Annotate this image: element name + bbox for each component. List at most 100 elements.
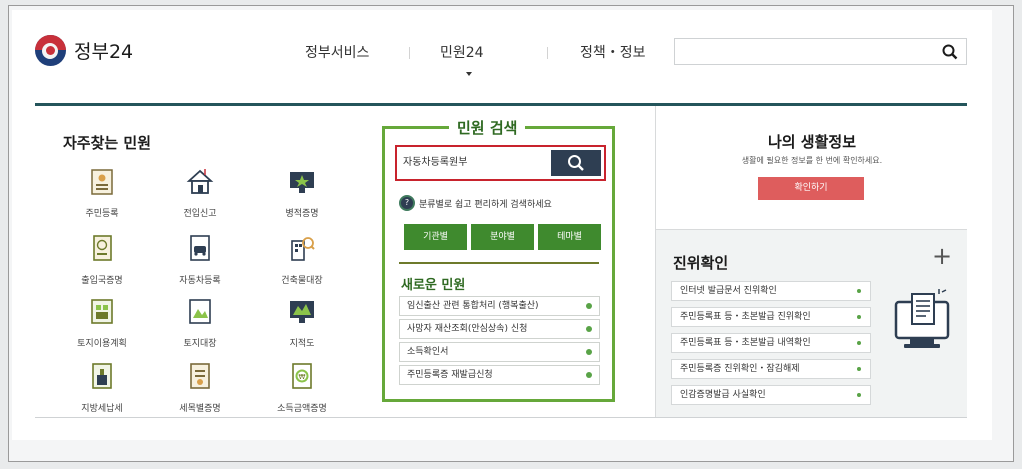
list-item[interactable]: 인터넷 발급문서 진위확인	[671, 281, 871, 301]
by-theme-button[interactable]: 테마별	[538, 224, 601, 250]
search-icon	[568, 155, 584, 171]
list-item[interactable]: 주민등록표 등・초본발급 내역확인	[671, 333, 871, 353]
list-item[interactable]: 주민등록증 진위확인・잠김해제	[671, 359, 871, 379]
verification-title: 진위확인	[673, 254, 729, 272]
frequent-service-item[interactable]: 전입신고	[155, 166, 245, 219]
by-agency-button[interactable]: 기관별	[404, 224, 467, 250]
list-item[interactable]: 소득확인서	[399, 342, 600, 362]
bullet-icon	[586, 326, 592, 332]
civil-search-box: 자동차등록원부	[395, 145, 606, 181]
list-item-label: 주민등록표 등・초본발급 진위확인	[680, 312, 811, 322]
list-item-label: 인터넷 발급문서 진위확인	[680, 286, 777, 296]
bullet-icon	[857, 367, 861, 371]
list-item[interactable]: 주민등록표 등・초본발급 진위확인	[671, 307, 871, 327]
global-search-input[interactable]	[674, 38, 967, 65]
income-certificate-icon: ₩	[292, 363, 312, 389]
civil-search-button[interactable]	[551, 150, 601, 176]
frequent-service-item[interactable]: 지방세납세	[57, 361, 147, 414]
resident-card-icon	[91, 169, 113, 195]
svg-text:₩: ₩	[299, 373, 306, 381]
frequent-service-item[interactable]: 병적증명	[257, 166, 347, 219]
civil-search-input[interactable]: 자동차등록원부	[399, 150, 546, 176]
car-registration-icon	[190, 235, 210, 261]
my-life-info-panel: 나의 생활정보 생활에 필요한 정보를 한 번에 확인하세요. 확인하기	[655, 106, 967, 232]
frequent-service-item[interactable]: 건축물대장	[257, 233, 347, 286]
frequent-service-item[interactable]: 세목별증명	[155, 361, 245, 414]
land-register-icon	[189, 299, 211, 324]
bullet-icon	[857, 341, 861, 345]
list-item-label: 사망자 재산조회(안심상속) 신청	[407, 324, 528, 334]
list-item[interactable]: 사망자 재산조회(안심상속) 신청	[399, 319, 600, 339]
tax-payment-icon	[92, 363, 112, 389]
frequent-service-label: 전입신고	[183, 209, 217, 219]
building-search-icon	[291, 237, 315, 261]
search-hint: ? 분류별로 쉽고 편리하게 검색하세요	[399, 195, 552, 211]
frequent-service-label: 자동차등록	[179, 276, 221, 286]
by-field-button[interactable]: 분야별	[471, 224, 534, 250]
verification-list: 인터넷 발급문서 진위확인 주민등록표 등・초본발급 진위확인 주민등록표 등・…	[671, 281, 871, 411]
nav-policy-info[interactable]: 정책・정보	[580, 42, 646, 62]
content-bottom-border	[35, 417, 967, 418]
passport-icon	[93, 235, 112, 261]
frequent-service-label: 소득금액증명	[277, 404, 327, 414]
frequent-service-label: 지적도	[289, 339, 315, 349]
list-item[interactable]: 인감증명발급 사실확인	[671, 385, 871, 405]
gov24-logo[interactable]: 정부24	[35, 35, 133, 66]
document-monitor-icon	[894, 289, 950, 348]
list-item-label: 인감증명발급 사실확인	[680, 390, 766, 400]
frequent-service-item[interactable]: 출입국증명	[57, 233, 147, 286]
nav-active-indicator	[466, 72, 472, 76]
list-item-label: 주민등록표 등・초본발급 내역확인	[680, 338, 811, 348]
bullet-icon	[857, 393, 861, 397]
new-civil-title: 새로운 민원	[401, 278, 466, 293]
military-record-icon	[290, 172, 314, 193]
question-icon: ?	[399, 195, 415, 211]
list-item[interactable]: 주민등록증 재발급신청	[399, 365, 600, 385]
plus-icon[interactable]: +	[932, 242, 952, 270]
frequent-service-item[interactable]: 지적도	[257, 296, 347, 349]
tax-document-icon	[190, 363, 210, 389]
frequent-service-label: 세목별증명	[179, 404, 221, 414]
bullet-icon	[586, 372, 592, 378]
check-button[interactable]: 확인하기	[758, 177, 864, 200]
new-civil-list: 임신출산 관련 통합처리 (행복출산) 사망자 재산조회(안심상속) 신청 소득…	[399, 296, 600, 388]
frequent-service-label: 주민등록	[85, 209, 119, 219]
frequent-services-panel: 자주찾는 민원 주민등록 전입신고 병적증명출입국증명 자동차등록 건축물대장토지이용계…	[35, 106, 375, 417]
nav-minwon24[interactable]: 민원24	[440, 42, 484, 62]
search-icon[interactable]	[942, 44, 958, 60]
land-plan-icon	[91, 299, 113, 324]
nav-gov-services[interactable]: 정부서비스	[305, 42, 369, 62]
frequent-service-label: 병적증명	[285, 209, 319, 219]
list-item-label: 소득확인서	[407, 347, 449, 357]
frequent-service-label: 출입국증명	[81, 276, 123, 286]
list-item-label: 임신출산 관련 통합처리 (행복출산)	[407, 301, 539, 311]
frequent-service-label: 토지대장	[183, 339, 217, 349]
list-item-label: 주민등록증 재발급신청	[407, 370, 493, 380]
bullet-icon	[586, 349, 592, 355]
frequent-service-label: 토지이용계획	[77, 339, 127, 349]
civil-search-panel: 민원 검색 자동차등록원부 ? 분류별로 쉽고 편리하게 검색하세요 기관별 분…	[382, 117, 615, 402]
my-life-info-subtitle: 생활에 필요한 정보를 한 번에 확인하세요.	[741, 156, 883, 165]
frequent-service-item[interactable]: 토지이용계획	[57, 296, 147, 349]
frequent-service-item[interactable]: 주민등록	[57, 166, 147, 219]
my-life-info-title: 나의 생활정보	[767, 133, 857, 151]
list-item[interactable]: 임신출산 관련 통합처리 (행복출산)	[399, 296, 600, 316]
frequent-service-label: 건축물대장	[281, 276, 323, 286]
bullet-icon	[857, 315, 861, 319]
frequent-service-item[interactable]: 자동차등록	[155, 233, 245, 286]
section-title: 자주찾는 민원	[63, 134, 152, 152]
search-hint-text: 분류별로 쉽고 편리하게 검색하세요	[419, 199, 552, 210]
divider	[399, 262, 599, 264]
frequent-service-label: 지방세납세	[81, 404, 123, 414]
cadastral-map-icon	[290, 301, 314, 323]
taegeuk-logo-icon	[35, 35, 66, 66]
bullet-icon	[857, 289, 861, 293]
bullet-icon	[586, 303, 592, 309]
nav-divider	[409, 47, 410, 59]
frequent-service-item[interactable]: 토지대장	[155, 296, 245, 349]
list-item-label: 주민등록증 진위확인・잠김해제	[680, 364, 800, 374]
house-move-icon	[186, 169, 214, 194]
frequent-service-item[interactable]: ₩ 소득금액증명	[257, 361, 347, 414]
category-buttons: 기관별 분야별 테마별	[404, 224, 605, 250]
nav-divider	[547, 47, 548, 59]
